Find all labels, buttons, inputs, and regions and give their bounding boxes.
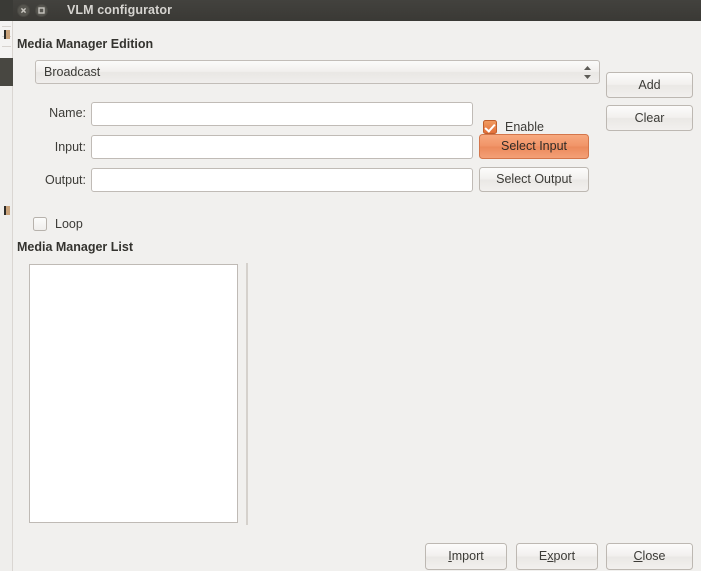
close-button-label: Close <box>634 550 666 563</box>
list-detail-splitter[interactable] <box>246 263 248 525</box>
input-label: Input: <box>54 140 86 154</box>
input-input[interactable] <box>91 135 473 159</box>
media-manager-list[interactable] <box>29 264 238 523</box>
media-manager-list-heading: Media Manager List <box>17 240 133 254</box>
select-input-button[interactable]: Select Input <box>479 134 589 159</box>
background-window-shadow <box>0 58 13 86</box>
window-title: VLM configurator <box>67 3 173 17</box>
add-button-label: Add <box>638 77 661 92</box>
import-button-label: Import <box>448 550 483 563</box>
select-input-button-label: Select Input <box>500 139 567 154</box>
window-titlebar[interactable]: VLM configurator <box>13 0 701 21</box>
name-input[interactable] <box>91 102 473 126</box>
background-window-divider <box>2 46 11 47</box>
output-input[interactable] <box>91 168 473 192</box>
media-detail-pane <box>251 263 695 525</box>
enable-checkbox[interactable]: Enable <box>483 120 544 134</box>
close-mnemonic: C <box>633 549 643 564</box>
checkbox-unchecked-icon <box>33 217 47 231</box>
background-window-body <box>0 86 13 571</box>
background-window-divider <box>2 26 11 27</box>
name-label: Name: <box>49 106 86 120</box>
edition-combobox[interactable]: Broadcast <box>35 60 600 84</box>
edition-combobox-value: Broadcast <box>44 65 101 79</box>
select-output-button[interactable]: Select Output <box>479 167 589 192</box>
export-button-pre: E <box>538 549 548 564</box>
checkbox-checked-icon <box>483 120 497 134</box>
clear-button[interactable]: Clear <box>606 105 693 131</box>
export-button-rest: port <box>553 549 576 564</box>
background-window-accent <box>4 30 10 39</box>
output-label: Output: <box>45 173 86 187</box>
import-button[interactable]: Import <box>425 543 507 570</box>
close-button[interactable]: Close <box>606 543 693 570</box>
import-button-rest: mport <box>451 549 484 564</box>
close-icon[interactable] <box>17 4 30 17</box>
close-button-rest: lose <box>642 549 666 564</box>
export-button-label: Export <box>539 550 575 563</box>
add-button[interactable]: Add <box>606 72 693 98</box>
chevron-up-down-icon <box>583 65 592 80</box>
media-manager-edition-heading: Media Manager Edition <box>17 37 154 51</box>
dialog-content: Media Manager Edition Broadcast Add Clea… <box>13 21 701 571</box>
export-button[interactable]: Export <box>516 543 598 570</box>
select-output-button-label: Select Output <box>496 172 572 187</box>
background-window-strip[interactable] <box>0 0 13 571</box>
loop-checkbox[interactable]: Loop <box>33 217 83 231</box>
desktop-backdrop: VLM configurator Media Manager Edition B… <box>0 0 701 571</box>
maximize-icon[interactable] <box>35 4 48 17</box>
background-window-titlebar <box>0 0 13 21</box>
loop-checkbox-label: Loop <box>55 217 83 231</box>
clear-button-label: Clear <box>634 110 665 125</box>
vlm-configurator-window: VLM configurator Media Manager Edition B… <box>13 0 701 571</box>
enable-checkbox-label: Enable <box>505 120 544 134</box>
background-window-accent <box>4 206 10 215</box>
